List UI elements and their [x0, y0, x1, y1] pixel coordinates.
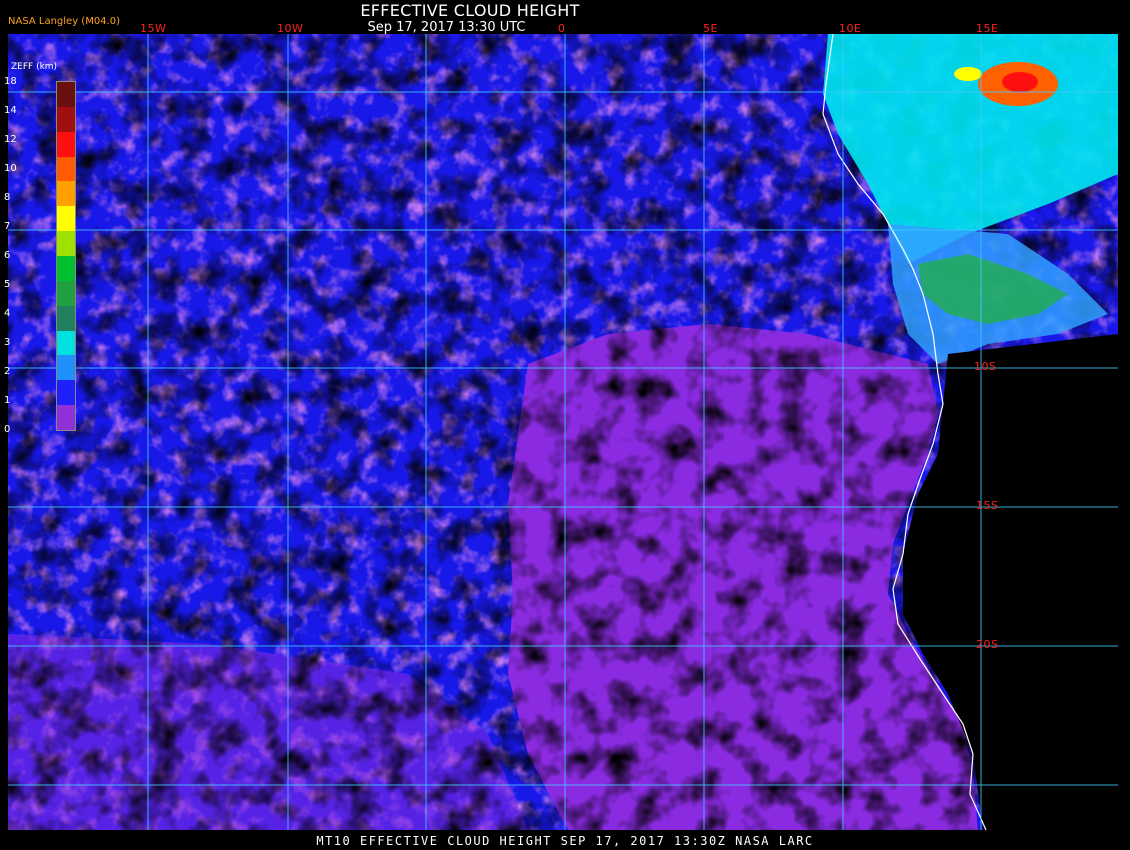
page-title: EFFECTIVE CLOUD HEIGHT	[360, 1, 580, 20]
legend-color-swatch	[57, 355, 75, 381]
color-legend	[56, 81, 76, 431]
legend-tick-label: 6	[4, 250, 11, 261]
legend-color-swatch	[57, 305, 75, 331]
land-cloud-speckles	[948, 354, 1118, 554]
legend-color-swatch	[57, 206, 75, 232]
legend-tick-label: 8	[4, 192, 11, 203]
legend-tick-label: 14	[4, 105, 17, 116]
footer-caption: MT10 EFFECTIVE CLOUD HEIGHT SEP 17, 2017…	[316, 834, 814, 848]
legend-color-swatch	[57, 156, 75, 182]
legend-tick-label: 2	[4, 366, 11, 377]
legend-tick-label: 4	[4, 308, 11, 319]
legend-tick-label: 7	[4, 221, 11, 232]
cloud-height-map[interactable]	[8, 34, 1118, 830]
lat-label-10s: 10S	[974, 360, 997, 373]
legend-tick-label: 0	[4, 424, 11, 435]
legend-color-swatch	[57, 181, 75, 207]
legend-color-swatch	[57, 405, 75, 431]
yellow-cloud-patch	[954, 67, 982, 81]
lat-label-15s: 15S	[976, 499, 999, 512]
legend-color-swatch	[57, 82, 75, 107]
legend-tick-label: 10	[4, 163, 17, 174]
high-cloud-red	[1002, 72, 1038, 92]
legend-color-swatch	[57, 280, 75, 306]
legend-color-swatch	[57, 256, 75, 281]
legend-color-swatch	[57, 131, 75, 157]
legend-title: ZEFF (km)	[11, 62, 58, 72]
legend-tick-label: 12	[4, 134, 17, 145]
lat-label-20s: 20S	[976, 638, 999, 651]
legend-tick-label: 3	[4, 337, 11, 348]
legend-tick-label: 5	[4, 279, 11, 290]
legend-color-swatch	[57, 231, 75, 257]
page-subtitle: Sep 17, 2017 13:30 UTC	[367, 20, 526, 35]
legend-color-swatch	[57, 106, 75, 132]
legend-color-swatch	[57, 330, 75, 356]
legend-tick-label: 18	[4, 76, 17, 87]
source-label: NASA Langley (M04.0)	[8, 16, 120, 27]
legend-color-swatch	[57, 380, 75, 406]
legend-tick-label: 1	[4, 395, 11, 406]
